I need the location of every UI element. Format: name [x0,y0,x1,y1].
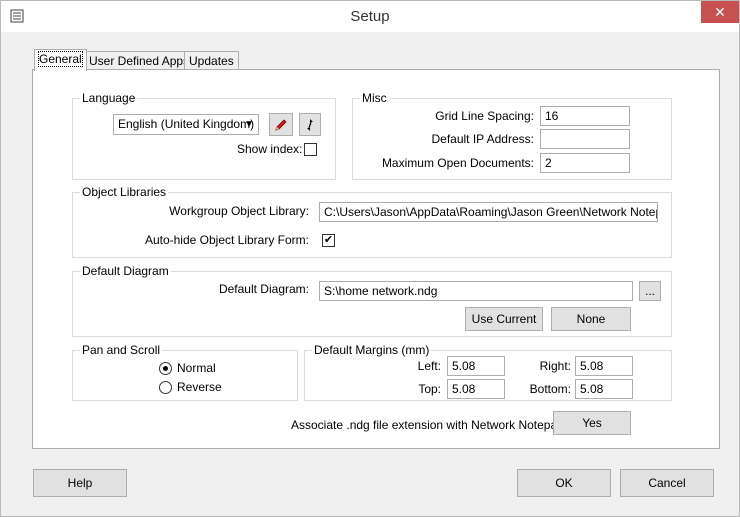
margin-right-label: Right: [539,359,571,373]
help-button[interactable]: Help [33,469,127,497]
pan-scroll-group-label: Pan and Scroll [80,343,163,357]
general-tab-panel: Language English (United Kingdom) ▼ Show… [32,69,720,449]
autohide-library-label: Auto-hide Object Library Form: [144,233,309,247]
tab-general-label: General [38,51,83,67]
ok-button[interactable]: OK [517,469,611,497]
margin-bottom-label: Bottom: [529,382,571,396]
associate-extension-label: Associate .ndg file extension with Netwo… [291,418,571,432]
workgroup-library-label: Workgroup Object Library: [169,204,309,218]
checkmark-icon: ✔ [323,234,334,246]
edit-language-button[interactable] [269,113,293,136]
none-button[interactable]: None [551,307,631,331]
close-button[interactable]: ✕ [701,1,739,23]
language-select[interactable]: English (United Kingdom) ▼ [113,114,259,135]
margin-top-label: Top: [418,382,441,396]
dialog-content: General User Defined Apps Updates Langua… [1,32,739,516]
default-ip-label: Default IP Address: [431,132,534,146]
use-current-button[interactable]: Use Current [465,307,543,331]
language-group-label: Language [80,91,138,105]
misc-group-label: Misc [360,91,389,105]
cancel-button[interactable]: Cancel [620,469,714,497]
refresh-icon [307,119,313,131]
pan-reverse-radio[interactable] [159,381,172,394]
chevron-down-icon: ▼ [244,119,254,130]
grid-line-spacing-label: Grid Line Spacing: [435,109,534,123]
margin-right-input[interactable]: 5.08 [575,356,633,376]
show-index-label: Show index: [237,142,303,156]
pan-scroll-group: Pan and Scroll Normal Reverse [72,343,298,401]
workgroup-library-input[interactable]: C:\Users\Jason\AppData\Roaming\Jason Gre… [319,202,658,222]
object-libraries-group: Object Libraries Workgroup Object Librar… [72,185,672,258]
show-index-checkbox[interactable] [304,143,317,156]
grid-line-spacing-input[interactable]: 16 [540,106,630,126]
margin-left-input[interactable]: 5.08 [447,356,505,376]
default-margins-group-label: Default Margins (mm) [312,343,432,357]
tab-user-defined-apps[interactable]: User Defined Apps [84,51,195,71]
default-diagram-group: Default Diagram Default Diagram: S:\home… [72,264,672,337]
misc-group: Misc Grid Line Spacing: 16 Default IP Ad… [352,91,672,180]
tab-user-defined-apps-label: User Defined Apps [89,54,190,68]
refresh-language-button[interactable] [299,113,321,136]
default-diagram-input[interactable]: S:\home network.ndg [319,281,633,301]
default-diagram-group-label: Default Diagram [80,264,171,278]
pan-normal-label: Normal [177,361,216,375]
close-icon: ✕ [714,4,726,20]
pan-normal-radio[interactable] [159,362,172,375]
associate-yes-button[interactable]: Yes [553,411,631,435]
default-diagram-label: Default Diagram: [218,282,309,296]
tab-updates-label: Updates [189,54,234,68]
margin-bottom-input[interactable]: 5.08 [575,379,633,399]
default-ip-input[interactable] [540,129,630,149]
tab-updates[interactable]: Updates [184,51,239,71]
autohide-library-checkbox[interactable]: ✔ [322,234,335,247]
setup-window: Setup ✕ General User Defined Apps Update… [0,0,740,517]
tab-general[interactable]: General [34,49,87,71]
title-bar: Setup ✕ [1,1,739,32]
window-title: Setup [350,8,390,25]
pencil-icon [275,119,287,131]
margin-left-label: Left: [417,359,441,373]
max-open-docs-input[interactable]: 2 [540,153,630,173]
default-margins-group: Default Margins (mm) Left: 5.08 Right: 5… [304,343,672,401]
max-open-docs-label: Maximum Open Documents: [381,156,534,170]
object-libraries-group-label: Object Libraries [80,185,169,199]
pan-reverse-label: Reverse [177,380,222,394]
language-selected-value: English (United Kingdom) [118,117,255,131]
browse-diagram-button[interactable]: ... [639,281,661,301]
language-group: Language English (United Kingdom) ▼ Show… [72,91,336,180]
